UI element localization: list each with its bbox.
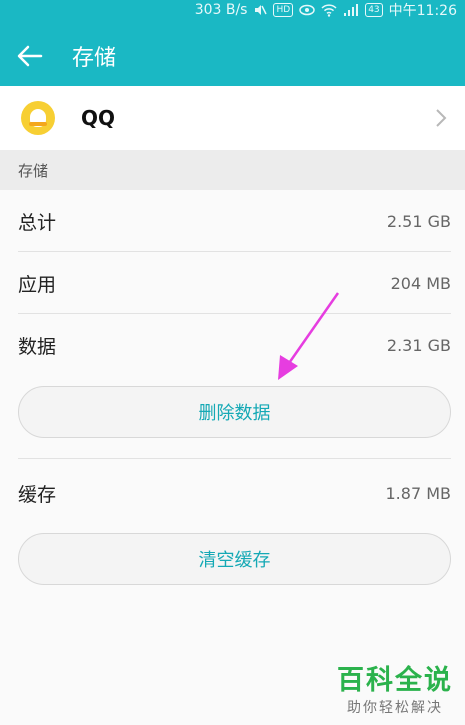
signal-icon bbox=[343, 3, 359, 17]
cache-label: 缓存 bbox=[18, 483, 57, 506]
total-row: 总计 2.51 GB bbox=[18, 190, 451, 252]
wifi-icon bbox=[321, 3, 337, 17]
clear-cache-button[interactable]: 清空缓存 bbox=[18, 533, 451, 585]
data-size-row: 数据 2.31 GB bbox=[18, 314, 451, 376]
hd-icon: HD bbox=[273, 3, 294, 17]
app-row[interactable]: QQ bbox=[0, 86, 465, 150]
status-bar: 303 B/s HD 43 中午11:26 bbox=[195, 0, 465, 20]
cache-value: 1.87 MB bbox=[385, 483, 452, 503]
app-size-label: 应用 bbox=[18, 273, 57, 296]
app-name: QQ bbox=[81, 106, 116, 130]
app-bar: 存储 bbox=[0, 30, 465, 82]
battery-icon: 43 bbox=[365, 3, 383, 17]
cache-row: 缓存 1.87 MB bbox=[18, 462, 451, 524]
header: 303 B/s HD 43 中午11:26 存储 bbox=[0, 0, 465, 86]
network-speed: 303 B/s bbox=[194, 2, 248, 18]
total-value: 2.51 GB bbox=[386, 211, 451, 231]
mute-icon bbox=[253, 3, 268, 17]
section-title: 存储 bbox=[18, 161, 49, 180]
total-label: 总计 bbox=[18, 211, 57, 234]
eye-icon bbox=[299, 4, 315, 16]
page-title: 存储 bbox=[72, 46, 117, 71]
clear-data-button[interactable]: 删除数据 bbox=[18, 386, 451, 438]
data-size-label: 数据 bbox=[18, 335, 57, 358]
watermark-subtitle: 助你轻松解决 bbox=[347, 700, 443, 716]
app-size-value: 204 MB bbox=[390, 273, 451, 293]
section-header: 存储 bbox=[0, 150, 465, 190]
clock: 中午11:26 bbox=[388, 3, 457, 19]
watermark-title: 百科全说 bbox=[337, 665, 453, 696]
storage-list: 总计 2.51 GB 应用 204 MB 数据 2.31 GB 删除数据 缓存 … bbox=[0, 190, 465, 610]
qq-app-icon bbox=[21, 101, 55, 135]
divider bbox=[18, 458, 451, 459]
watermark: 百科全说 助你轻松解决 bbox=[335, 665, 455, 717]
back-button[interactable] bbox=[0, 30, 60, 82]
data-size-value: 2.31 GB bbox=[386, 335, 451, 355]
chevron-right-icon bbox=[436, 109, 447, 127]
back-arrow-icon bbox=[17, 45, 43, 67]
app-size-row: 应用 204 MB bbox=[18, 252, 451, 314]
